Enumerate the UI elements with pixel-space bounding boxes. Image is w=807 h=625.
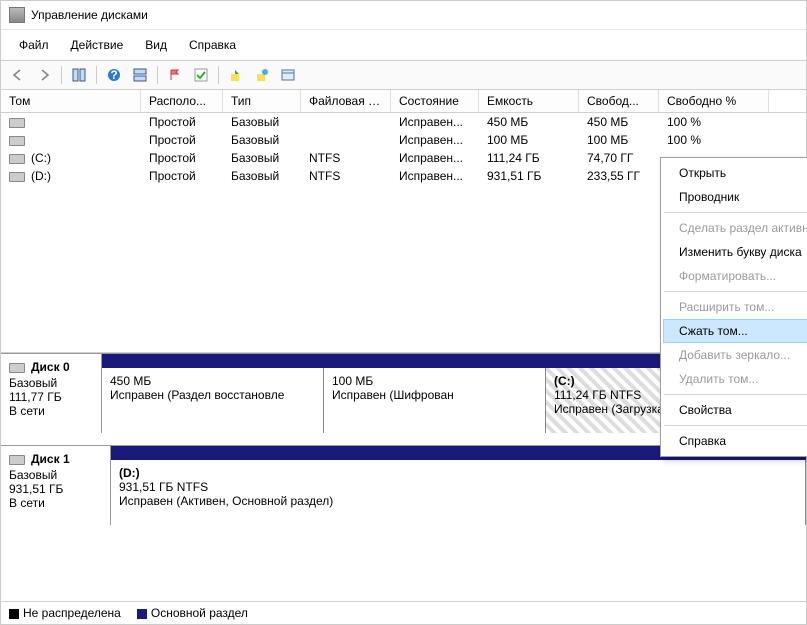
back-button[interactable] — [7, 65, 29, 85]
forward-button[interactable] — [33, 65, 55, 85]
volume-icon — [9, 118, 25, 128]
col-status[interactable]: Состояние — [391, 90, 479, 112]
help-icon[interactable]: ? — [103, 65, 125, 85]
toolbar-separator — [61, 66, 62, 84]
layout-icon[interactable] — [129, 65, 151, 85]
col-freepct[interactable]: Свободно % — [659, 90, 769, 112]
ctx-help[interactable]: Справка — [663, 429, 807, 453]
ctx-separator — [664, 425, 807, 426]
menu-file[interactable]: Файл — [9, 34, 59, 56]
disk-info[interactable]: Диск 0Базовый111,77 ГБВ сети — [1, 354, 102, 433]
title-bar: Управление дисками — [1, 1, 806, 30]
table-row[interactable]: ПростойБазовыйИсправен...100 МБ100 МБ100… — [1, 131, 806, 149]
ctx-shrink[interactable]: Сжать том... — [663, 319, 807, 343]
partition[interactable]: 100 МБИсправен (Шифрован — [324, 368, 546, 433]
action2-icon[interactable] — [251, 65, 273, 85]
col-type[interactable]: Тип — [223, 90, 301, 112]
menu-help[interactable]: Справка — [179, 34, 246, 56]
legend-primary: Основной раздел — [137, 606, 248, 620]
ctx-delete: Удалить том... — [663, 367, 807, 391]
col-fs[interactable]: Файловая с... — [301, 90, 391, 112]
legend: Не распределена Основной раздел — [1, 601, 806, 624]
ctx-extend: Расширить том... — [663, 295, 807, 319]
ctx-open[interactable]: Открыть — [663, 161, 807, 185]
col-volume[interactable]: Том — [1, 90, 141, 112]
volume-icon — [9, 154, 25, 164]
volume-icon — [9, 172, 25, 182]
partition[interactable]: (D:)931,51 ГБ NTFSИсправен (Активен, Осн… — [111, 460, 806, 525]
col-layout[interactable]: Располо... — [141, 90, 223, 112]
ctx-mirror: Добавить зеркало... — [663, 343, 807, 367]
toolbar: ? — [1, 61, 806, 90]
table-header: Том Располо... Тип Файловая с... Состоян… — [1, 90, 806, 113]
disk-info[interactable]: Диск 1Базовый931,51 ГБВ сети — [1, 446, 111, 525]
menu-bar: Файл Действие Вид Справка — [1, 30, 806, 61]
flag-icon[interactable] — [164, 65, 186, 85]
disk-panel: Диск 1Базовый931,51 ГБВ сети(D:)931,51 Г… — [1, 445, 806, 525]
context-menu: Открыть Проводник Сделать раздел активн … — [660, 157, 807, 457]
disk-icon — [9, 363, 25, 373]
ctx-change-letter[interactable]: Изменить букву диска — [663, 240, 807, 264]
ctx-separator — [664, 394, 807, 395]
toolbar-separator — [157, 66, 158, 84]
svg-text:?: ? — [110, 68, 117, 82]
col-free[interactable]: Свобод... — [579, 90, 659, 112]
action1-icon[interactable] — [225, 65, 247, 85]
col-capacity[interactable]: Емкость — [479, 90, 579, 112]
ctx-explorer[interactable]: Проводник — [663, 185, 807, 209]
legend-unallocated: Не распределена — [9, 606, 121, 620]
check-icon[interactable] — [190, 65, 212, 85]
window-title: Управление дисками — [31, 8, 148, 22]
ctx-separator — [664, 291, 807, 292]
app-icon — [9, 7, 25, 23]
ctx-format: Форматировать... — [663, 264, 807, 288]
properties-icon[interactable] — [277, 65, 299, 85]
toolbar-separator — [96, 66, 97, 84]
menu-action[interactable]: Действие — [61, 34, 134, 56]
volume-icon — [9, 136, 25, 146]
ctx-mark-active: Сделать раздел активн — [663, 216, 807, 240]
views-icon[interactable] — [68, 65, 90, 85]
menu-view[interactable]: Вид — [135, 34, 177, 56]
partition[interactable]: 450 МБИсправен (Раздел восстановле — [102, 368, 324, 433]
disk-icon — [9, 455, 25, 465]
ctx-properties[interactable]: Свойства — [663, 398, 807, 422]
table-row[interactable]: ПростойБазовыйИсправен...450 МБ450 МБ100… — [1, 113, 806, 131]
toolbar-separator — [218, 66, 219, 84]
ctx-separator — [664, 212, 807, 213]
